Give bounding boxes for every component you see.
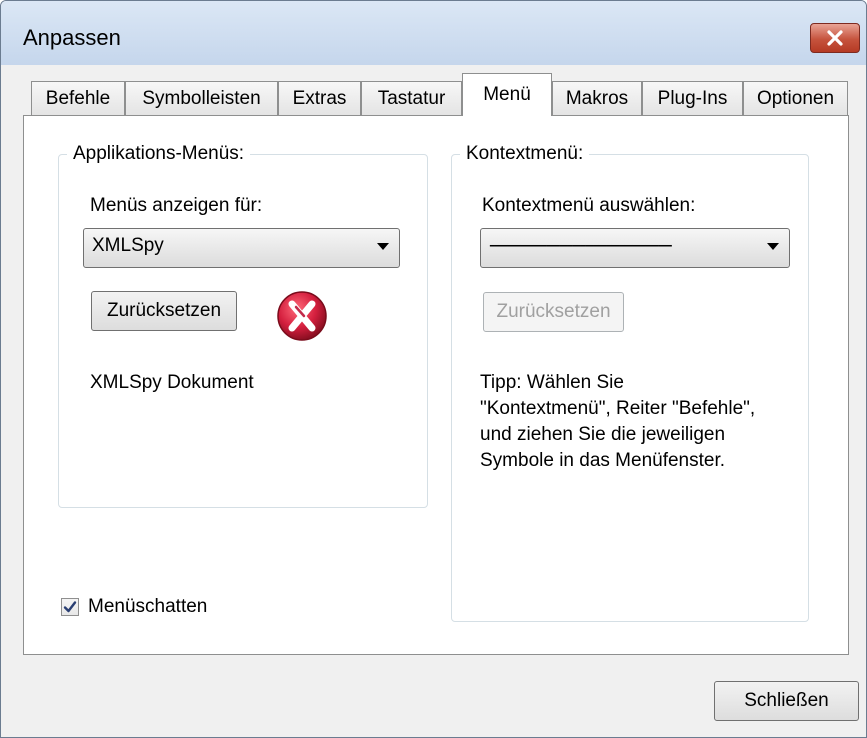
red-circle-close-icon[interactable] bbox=[276, 290, 328, 342]
menu-shadow-label[interactable]: Menüschatten bbox=[88, 596, 207, 618]
title-bar: Anpassen bbox=[1, 1, 866, 65]
tab-befehle[interactable]: Befehle bbox=[31, 81, 125, 115]
menu-tab-panel: Applikations-Menüs: Menüs anzeigen für: … bbox=[23, 115, 849, 655]
button-label: Zurücksetzen bbox=[106, 300, 222, 321]
tab-label: Extras bbox=[292, 87, 347, 109]
app-menu-reset-button[interactable]: Zurücksetzen bbox=[91, 291, 237, 331]
tab-label: Tastatur bbox=[377, 87, 446, 109]
chevron-down-icon bbox=[767, 243, 779, 250]
tip-line-3: und ziehen Sie die jeweiligen bbox=[480, 424, 726, 445]
menu-shadow-checkbox[interactable] bbox=[61, 598, 79, 616]
tab-label: Plug-Ins bbox=[657, 87, 728, 109]
chevron-down-icon bbox=[377, 243, 389, 250]
tab-extras[interactable]: Extras bbox=[278, 81, 361, 115]
dropdown-value: XMLSpy bbox=[92, 235, 164, 256]
tab-makros[interactable]: Makros bbox=[552, 81, 642, 115]
close-x-icon bbox=[827, 30, 843, 46]
customize-dialog: Anpassen Befehle Symbolleisten Extras Ta… bbox=[0, 0, 867, 738]
select-context-menu-label: Kontextmenü auswählen: bbox=[482, 195, 696, 216]
group-label: Kontextmenü: bbox=[460, 143, 590, 165]
window-close-button[interactable] bbox=[810, 23, 860, 53]
tab-label: Makros bbox=[565, 87, 629, 109]
tab-symbolleisten[interactable]: Symbolleisten bbox=[125, 81, 278, 115]
tab-optionen[interactable]: Optionen bbox=[743, 81, 848, 115]
tab-label: Symbolleisten bbox=[142, 87, 261, 109]
tip-line-4: Symbole in das Menüfenster. bbox=[480, 450, 726, 471]
tab-plugins[interactable]: Plug-Ins bbox=[642, 81, 743, 115]
group-label: Applikations-Menüs: bbox=[67, 143, 251, 165]
button-label: Zurücksetzen bbox=[496, 301, 611, 322]
tab-label: Befehle bbox=[45, 87, 111, 109]
tab-menu[interactable]: Menü bbox=[462, 73, 552, 116]
dialog-title: Anpassen bbox=[23, 25, 121, 50]
show-menus-for-label: Menüs anzeigen für: bbox=[90, 195, 263, 216]
tab-tastatur[interactable]: Tastatur bbox=[361, 81, 462, 115]
tip-line-2: "Kontextmenü", Reiter "Befehle", bbox=[480, 398, 756, 419]
show-menus-for-dropdown[interactable]: XMLSpy bbox=[83, 228, 400, 268]
checkmark-icon bbox=[63, 601, 77, 613]
context-menu-reset-button[interactable]: Zurücksetzen bbox=[483, 292, 624, 332]
xmlspy-document-label: XMLSpy Dokument bbox=[90, 372, 254, 393]
context-menu-dropdown[interactable]: ----------------------------------------… bbox=[480, 228, 790, 268]
tab-label: Menü bbox=[483, 84, 531, 105]
close-dialog-button[interactable]: Schließen bbox=[714, 681, 859, 721]
dropdown-value: ----------------------------------------… bbox=[489, 235, 673, 256]
tab-label: Optionen bbox=[756, 87, 835, 109]
button-label: Schließen bbox=[744, 690, 829, 711]
tip-line-1: Tipp: Wählen Sie bbox=[480, 372, 624, 393]
